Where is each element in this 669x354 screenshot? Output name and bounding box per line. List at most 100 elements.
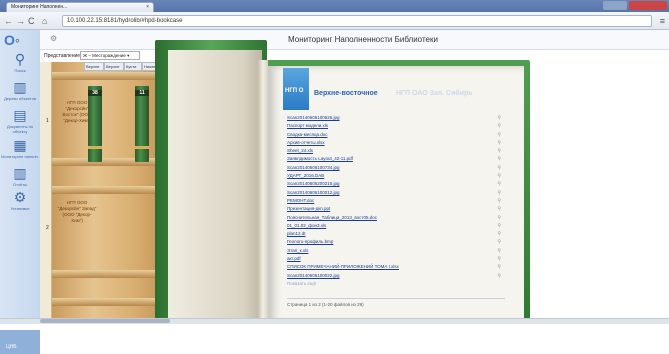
magnifier-icon[interactable]: ⚲: [497, 247, 501, 255]
app-logo: O◦: [4, 32, 20, 48]
file-link[interactable]: plan12.dt ⚲: [287, 230, 505, 238]
file-link[interactable]: Геолого-профиль.bmp ⚲: [287, 238, 505, 246]
file-link[interactable]: УДАРТ_2016.DAB ⚲: [287, 172, 505, 180]
app-header: ⚙ Мониторинг Наполненности Библиотеки: [40, 30, 669, 50]
magnifier-icon[interactable]: ⚲: [497, 131, 501, 139]
magnifier-icon[interactable]: ⚲: [497, 222, 501, 230]
view-select[interactable]: Ж – Местораждение ▾: [80, 51, 140, 60]
browser-menu-icon[interactable]: ≡: [660, 16, 665, 26]
shelf-board: [52, 270, 170, 278]
address-bar[interactable]: 10.100.22.15:8181/hydrolib/#hpd-bookcase: [62, 15, 652, 27]
shelf-board: [52, 158, 170, 166]
reports-icon: ▥: [13, 165, 27, 181]
shelf-row-index: [40, 62, 52, 324]
magnifier-icon[interactable]: ⚲: [497, 114, 501, 122]
book-count: 11: [135, 90, 149, 96]
forward-arrow-icon[interactable]: →: [16, 16, 25, 26]
page-title: Мониторинг Наполненности Библиотеки: [288, 35, 438, 44]
book-left-page: [168, 50, 262, 324]
settings-icon: ⚙: [13, 189, 27, 205]
magnifier-icon[interactable]: ⚲: [497, 122, 501, 130]
shelf-board: [52, 298, 170, 306]
nav-label: Мониторинг наполн.: [1, 154, 39, 159]
gear-icon[interactable]: ⚙: [50, 34, 57, 43]
file-link[interactable]: Scan20140606100734.jpg ⚲: [287, 164, 505, 172]
library-icon: ▥: [13, 79, 27, 95]
magnifier-icon[interactable]: ⚲: [497, 205, 501, 213]
view-selected-value: Ж – Местораждение: [83, 53, 126, 58]
file-link[interactable]: Архив-отчеты.xlsx ⚲: [287, 139, 505, 147]
browser-titlebar: Мониторинг Наполнен... ×: [0, 0, 669, 12]
row-number: 2: [46, 225, 49, 231]
nav-search[interactable]: ⚲ Поиск: [0, 51, 40, 74]
file-link[interactable]: акт.pdf ⚲: [287, 255, 505, 263]
file-link[interactable]: Scan20140606100526.jpg ⚲: [287, 114, 505, 122]
book-tab[interactable]: НГП О: [283, 68, 309, 110]
file-link[interactable]: Этап_к.xls ⚲: [287, 247, 505, 255]
magnifier-icon[interactable]: ⚲: [497, 139, 501, 147]
file-link[interactable]: 01_01.02_фон3.xls ⚲: [287, 222, 505, 230]
nav-tree[interactable]: ▥ Дерево объектов: [0, 79, 40, 102]
window-close-button[interactable]: [629, 1, 667, 10]
shelf-row-label: НГП ООО "Декорсйн" Запад" (ООО "Декор-Хи…: [57, 200, 97, 223]
reload-icon[interactable]: C: [28, 16, 35, 26]
book-spine[interactable]: 38: [88, 86, 102, 162]
view-selector-row: Представление Ж – Местораждение ▾: [40, 50, 170, 62]
magnifier-icon[interactable]: ⚲: [497, 214, 501, 222]
book-spine[interactable]: 11: [135, 86, 149, 162]
magnifier-icon[interactable]: ⚲: [497, 197, 501, 205]
monitoring-icon: ▦: [13, 137, 27, 153]
scrollbar-thumb[interactable]: [40, 319, 170, 323]
nav-documents[interactable]: ▤ Документы по объекту: [0, 108, 40, 135]
magnifier-icon[interactable]: ⚲: [497, 238, 501, 246]
file-list: Scan20140606100526.jpg ⚲ Паспорт модели.x…: [287, 114, 505, 288]
magnifier-icon[interactable]: ⚲: [497, 255, 501, 263]
file-link[interactable]: Заявлдимость Layout_42-11.pdf ⚲: [287, 155, 505, 163]
magnifier-icon[interactable]: ⚲: [497, 272, 501, 280]
file-link[interactable]: Scan20140606100012.jpg ⚲: [287, 189, 505, 197]
file-link[interactable]: Сводка-месяца.doc ⚲: [287, 131, 505, 139]
home-icon[interactable]: ⌂: [42, 16, 47, 26]
magnifier-icon[interactable]: ⚲: [497, 147, 501, 155]
nav-settings[interactable]: ⚙ Установки: [0, 189, 40, 212]
file-link[interactable]: Scan20140606200215.jpg ⚲: [287, 180, 505, 188]
search-icon: ⚲: [14, 51, 26, 67]
magnifier-icon[interactable]: ⚲: [497, 164, 501, 172]
book-title: Верхне-восточное: [314, 90, 378, 97]
magnifier-icon[interactable]: ⚲: [497, 263, 501, 271]
footer-label: ЦНБ: [6, 344, 17, 350]
file-link[interactable]: Sheet_24.xls ⚲: [287, 147, 505, 155]
show-more-link[interactable]: Показать ещё: [287, 280, 505, 288]
shelf-column-header[interactable]: Верхне: [84, 62, 104, 71]
nav-label: Дерево объектов: [4, 96, 36, 101]
browser-tab[interactable]: Мониторинг Наполнен... ×: [6, 2, 154, 12]
sidebar-footer: ЦНБ: [0, 330, 40, 354]
shelf-column-header[interactable]: Верхне: [104, 62, 124, 71]
magnifier-icon[interactable]: ⚲: [497, 155, 501, 163]
tab-close-icon[interactable]: ×: [146, 4, 149, 10]
file-link[interactable]: Презентация-дкп.ppt ⚲: [287, 205, 505, 213]
file-link[interactable]: СПИСОК ПРИМЕЧАНИЙ-ПРИЛОЖЕНИЙ ТОМА I.xlsx…: [287, 263, 505, 271]
shelf-column-header[interactable]: Кусти: [124, 62, 142, 71]
file-link[interactable]: РЕМОНТ.doc ⚲: [287, 197, 505, 205]
shelf-board: [52, 72, 170, 80]
book-title-faded: НГП ОАО Зап. Сибирь: [396, 90, 473, 97]
magnifier-icon[interactable]: ⚲: [497, 180, 501, 188]
nav-reports[interactable]: ▥ Отчёты: [0, 165, 40, 188]
nav-label: Документы по объекту: [6, 124, 34, 134]
view-label: Представление: [44, 53, 81, 59]
nav-label: Поиск: [14, 68, 26, 73]
nav-label: Отчёты: [13, 182, 27, 187]
magnifier-icon[interactable]: ⚲: [497, 189, 501, 197]
row-number: 1: [46, 118, 49, 124]
shelf-board: [52, 186, 170, 194]
book-count: 38: [88, 90, 102, 96]
magnifier-icon[interactable]: ⚲: [497, 230, 501, 238]
magnifier-icon[interactable]: ⚲: [497, 172, 501, 180]
file-link[interactable]: Пояснительная_Таблица_2013_вост05.doc ⚲: [287, 214, 505, 222]
nav-monitoring[interactable]: ▦ Мониторинг наполн.: [0, 137, 40, 160]
back-arrow-icon[interactable]: ←: [4, 16, 13, 26]
window-minimize-maximize[interactable]: [603, 1, 627, 10]
file-link[interactable]: Паспорт модели.xls ⚲: [287, 122, 505, 130]
file-link[interactable]: Scan20140606100022.jpg ⚲: [287, 272, 505, 280]
